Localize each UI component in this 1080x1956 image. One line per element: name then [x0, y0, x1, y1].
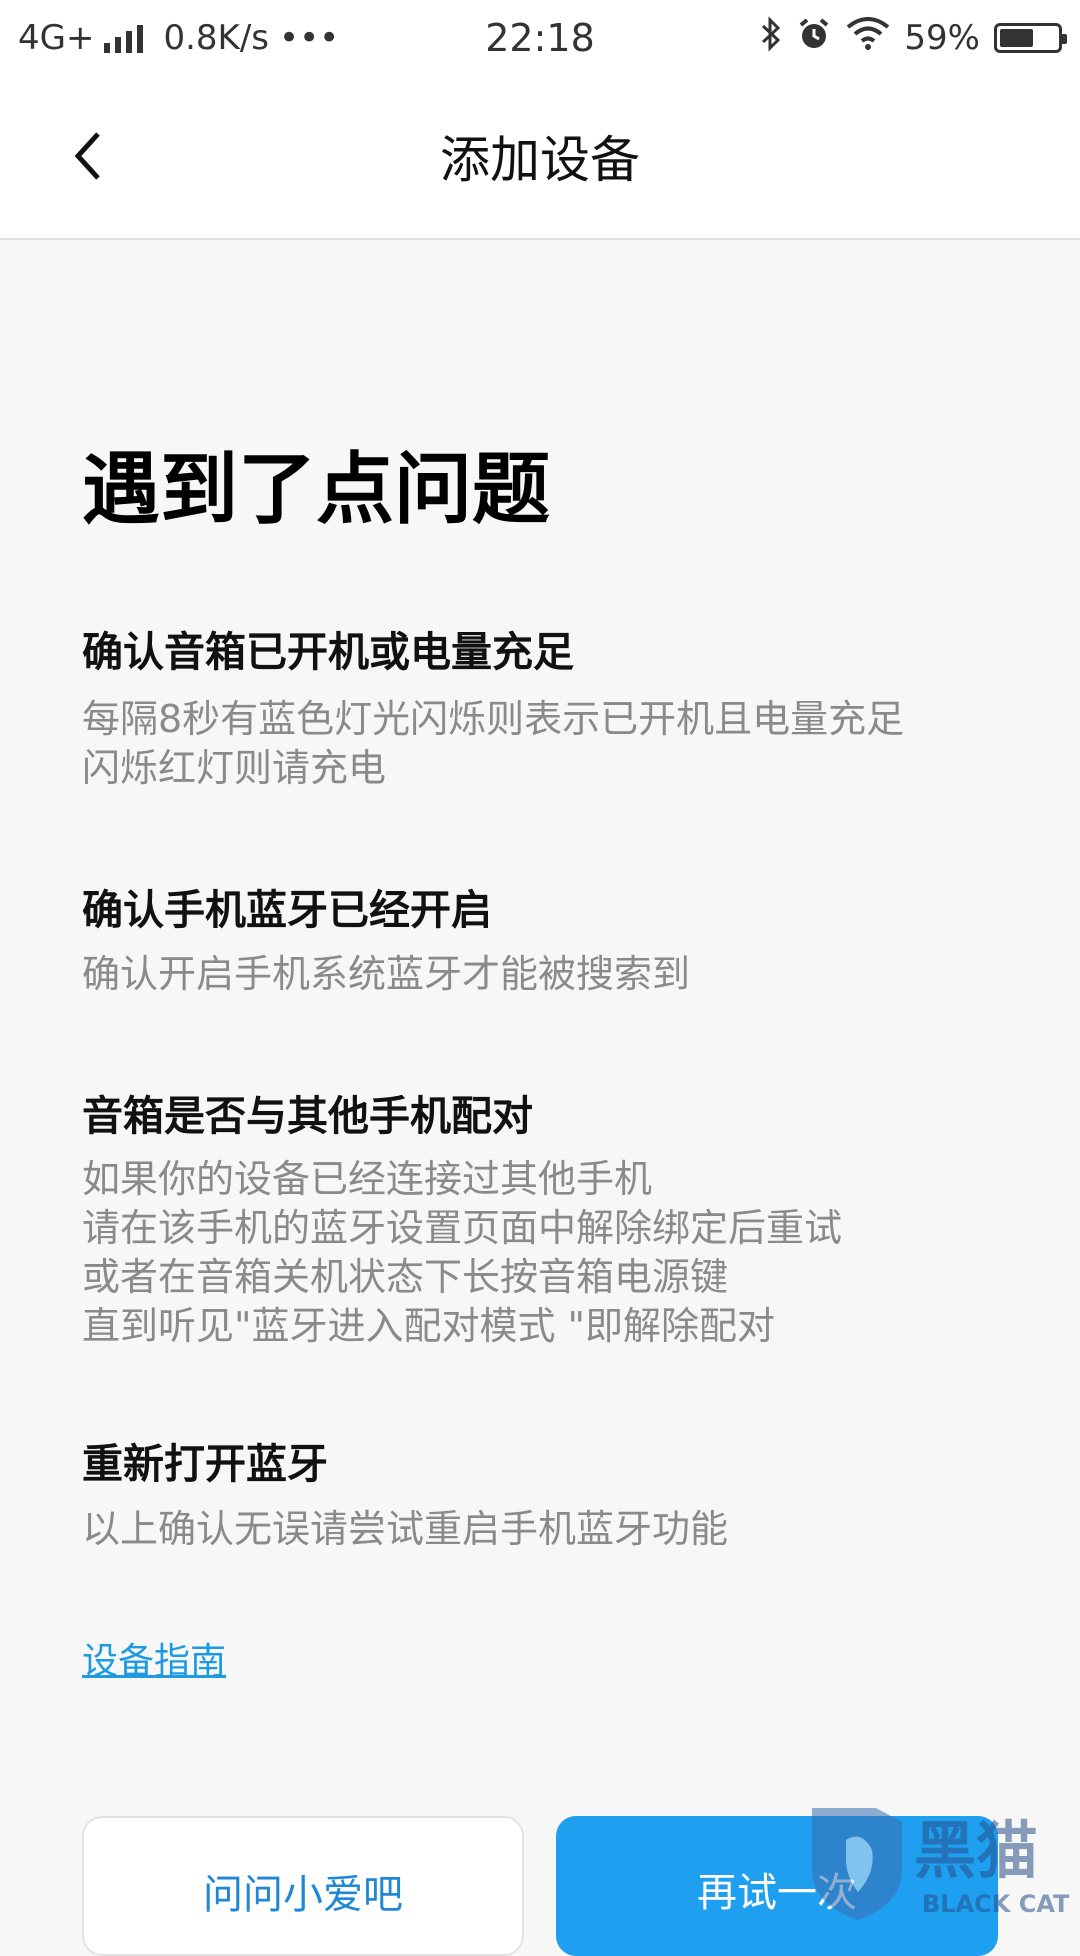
- section-desc-power: 每隔8秒有蓝色灯光闪烁则表示已开机且电量充足 闪烁红灯则请充电: [82, 695, 904, 793]
- section-title-bluetooth: 确认手机蓝牙已经开启: [82, 886, 492, 934]
- battery-percent: 59%: [904, 18, 980, 58]
- section-title-pairing: 音箱是否与其他手机配对: [82, 1092, 533, 1140]
- desc-line: 确认开启手机系统蓝牙才能被搜索到: [82, 952, 691, 996]
- battery-fill: [1000, 29, 1033, 47]
- section-desc-bluetooth: 确认开启手机系统蓝牙才能被搜索到: [82, 950, 690, 999]
- watermark-cn-text: 黑猫: [914, 1814, 1038, 1887]
- desc-line: 如果你的设备已经连接过其他手机: [82, 1157, 653, 1201]
- main-content: 遇到了点问题: [82, 440, 1022, 540]
- desc-line: 以上确认无误请尝试重启手机蓝牙功能: [82, 1507, 729, 1551]
- desc-line: 闪烁红灯则请充电: [82, 746, 387, 790]
- desc-line: 直到听见"蓝牙进入配对模式 "即解除配对: [82, 1304, 776, 1348]
- problem-title: 遇到了点问题: [82, 445, 551, 535]
- desc-line: 或者在音箱关机状态下长按音箱电源键: [82, 1255, 729, 1299]
- ask-xiaoai-label: 问问小爱吧: [203, 1872, 403, 1918]
- battery-icon: [994, 23, 1067, 53]
- alarm-icon: [796, 16, 832, 61]
- wifi-icon: [846, 16, 890, 60]
- page-title: 添加设备: [440, 131, 640, 189]
- watermark-logo: 黑猫 BLACK CAT: [806, 1800, 1080, 1920]
- desc-line: 请在该手机的蓝牙设置页面中解除绑定后重试: [82, 1206, 843, 1250]
- ask-xiaoai-button[interactable]: 问问小爱吧: [82, 1816, 524, 1956]
- section-title-reopen: 重新打开蓝牙: [82, 1440, 328, 1488]
- top-nav: 添加设备: [0, 76, 1080, 240]
- section-title-power: 确认音箱已开机或电量充足: [82, 628, 574, 676]
- bluetooth-icon: [760, 15, 782, 61]
- watermark-en-text: BLACK CAT: [922, 1890, 1070, 1918]
- desc-line: 每隔8秒有蓝色灯光闪烁则表示已开机且电量充足: [82, 697, 905, 741]
- section-desc-reopen: 以上确认无误请尝试重启手机蓝牙功能: [82, 1505, 728, 1554]
- section-desc-pairing: 如果你的设备已经连接过其他手机 请在该手机的蓝牙设置页面中解除绑定后重试 或者在…: [82, 1155, 842, 1351]
- status-right: 59%: [760, 0, 1067, 76]
- status-bar: 4G+ 0.8K/s ••• 22:18 59%: [0, 0, 1080, 76]
- device-guide-link[interactable]: 设备指南: [82, 1632, 226, 1684]
